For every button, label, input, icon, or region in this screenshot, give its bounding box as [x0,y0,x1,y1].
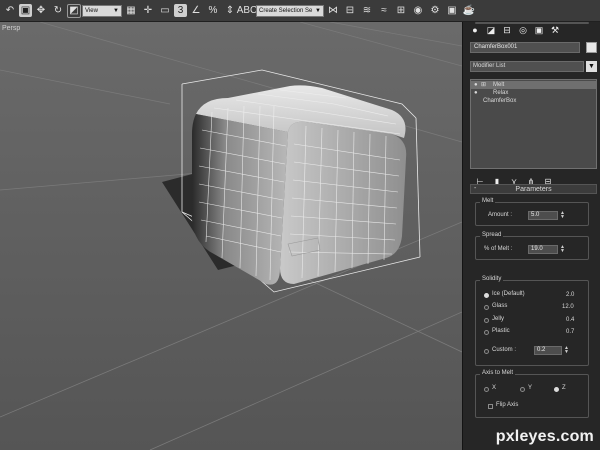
stack-item-relax[interactable]: ● Relax [471,89,596,97]
mirror-icon[interactable]: ⋈ [325,3,341,19]
modify-tab-icon[interactable]: ◪ [485,24,497,36]
display-tab-icon[interactable]: ▣ [533,24,545,36]
axis-to-melt-group: Axis to Melt X Y Z Flip Axis [475,370,589,418]
melt-group: Melt Amount : 5.0 ▲ ▼ [475,198,589,226]
named-selection-dropdown[interactable]: Create Selection Se ▼ [256,4,324,17]
curve-editor-icon[interactable]: ≈ [376,3,392,19]
chevron-down-icon: ▼ [113,7,119,14]
reference-coord-dropdown[interactable]: View ▼ [82,4,122,17]
pivot-icon[interactable]: ▦ [123,3,139,19]
render-production-icon[interactable]: ☕ [461,3,477,19]
material-editor-icon[interactable]: ◉ [410,3,426,19]
chevron-down-icon[interactable]: ▼ [586,61,597,72]
hierarchy-tab-icon[interactable]: ⊟ [501,24,513,36]
viewport-scene [0,22,462,450]
axis-x-radio[interactable] [484,387,489,392]
spinner-arrows-icon[interactable]: ▲ ▼ [564,346,569,355]
rotate-icon[interactable]: ↻ [50,3,66,19]
solidity-group [475,22,589,24]
command-panel: ● ◪ ⊟ ◎ ▣ ⚒ ChamferBox001 Modifier List … [462,22,600,450]
viewport-label[interactable]: Persp [2,25,20,32]
flip-axis-checkbox[interactable] [488,404,493,409]
render-setup-icon[interactable]: ⚙ [427,3,443,19]
modifier-stack: ● ⊞ Melt ● Relax ChamferBox [470,79,597,169]
select-object-icon[interactable]: ▣ [19,4,32,17]
align-icon[interactable]: ⊟ [342,3,358,19]
parameters-rollout-header[interactable]: - Parameters [470,184,597,194]
spread-percent-spinner[interactable]: 19.0 [528,245,558,254]
schematic-view-icon[interactable]: ⊞ [393,3,409,19]
percent-snap-icon[interactable]: % [205,3,221,19]
spinner-arrows-icon[interactable]: ▲ ▼ [560,211,565,220]
keyboard-shortcut-icon[interactable]: ▭ [157,3,173,19]
spinner-arrows-icon[interactable]: ▲ ▼ [560,245,565,254]
solidity-glass-radio[interactable] [484,305,489,310]
solidity-ice-radio[interactable] [484,293,489,298]
spinner-snap-icon[interactable]: ⇕ [222,3,238,19]
solidity-custom-spinner[interactable]: 0.2 [534,346,562,355]
solidity-jelly-radio[interactable] [484,318,489,323]
motion-tab-icon[interactable]: ◎ [517,24,529,36]
undo-icon[interactable]: ↶ [2,3,18,19]
rendered-frame-icon[interactable]: ▣ [444,3,460,19]
collapse-icon: - [474,185,477,192]
chevron-down-icon: ▼ [315,7,321,14]
melt-amount-spinner[interactable]: 5.0 [528,211,558,220]
perspective-viewport[interactable]: Persp [0,22,462,450]
main-toolbar: ↶ ▣ ✥ ↻ ◩ View ▼ ▦ ✛ ▭ 3 ∠ % ⇕ ABC Create… [0,0,600,22]
modifier-list-dropdown[interactable]: Modifier List [470,61,584,72]
utilities-tab-icon[interactable]: ⚒ [549,24,561,36]
snap-toggle-icon[interactable]: 3 [174,4,187,17]
stack-item-melt[interactable]: ● ⊞ Melt [471,81,596,89]
lightbulb-icon[interactable]: ● [474,81,478,89]
watermark-text: pxleyes.com [495,428,594,445]
solidity-plastic-radio[interactable] [484,330,489,335]
object-color-swatch[interactable] [586,42,597,53]
object-name-field[interactable]: ChamferBox001 [470,42,580,53]
create-tab-icon[interactable]: ● [469,24,481,36]
spread-group: Spread % of Melt : 19.0 ▲ ▼ [475,232,589,260]
expand-icon[interactable]: ⊞ [481,81,486,89]
select-manipulate-icon[interactable]: ✛ [140,3,156,19]
axis-z-radio[interactable] [554,387,559,392]
edit-named-selection-icon[interactable]: ABC [237,3,258,19]
solidity-group-box: Solidity Ice (Default) 2.0 Glass 12.0 Je… [475,276,589,366]
angle-snap-icon[interactable]: ∠ [188,3,204,19]
stack-item-chamferbox[interactable]: ChamferBox [471,97,596,105]
move-icon[interactable]: ✥ [33,3,49,19]
scale-icon[interactable]: ◩ [67,3,81,18]
lightbulb-icon[interactable]: ● [474,89,478,97]
layer-manager-icon[interactable]: ≋ [359,3,375,19]
axis-y-radio[interactable] [520,387,525,392]
solidity-custom-radio[interactable] [484,349,489,354]
